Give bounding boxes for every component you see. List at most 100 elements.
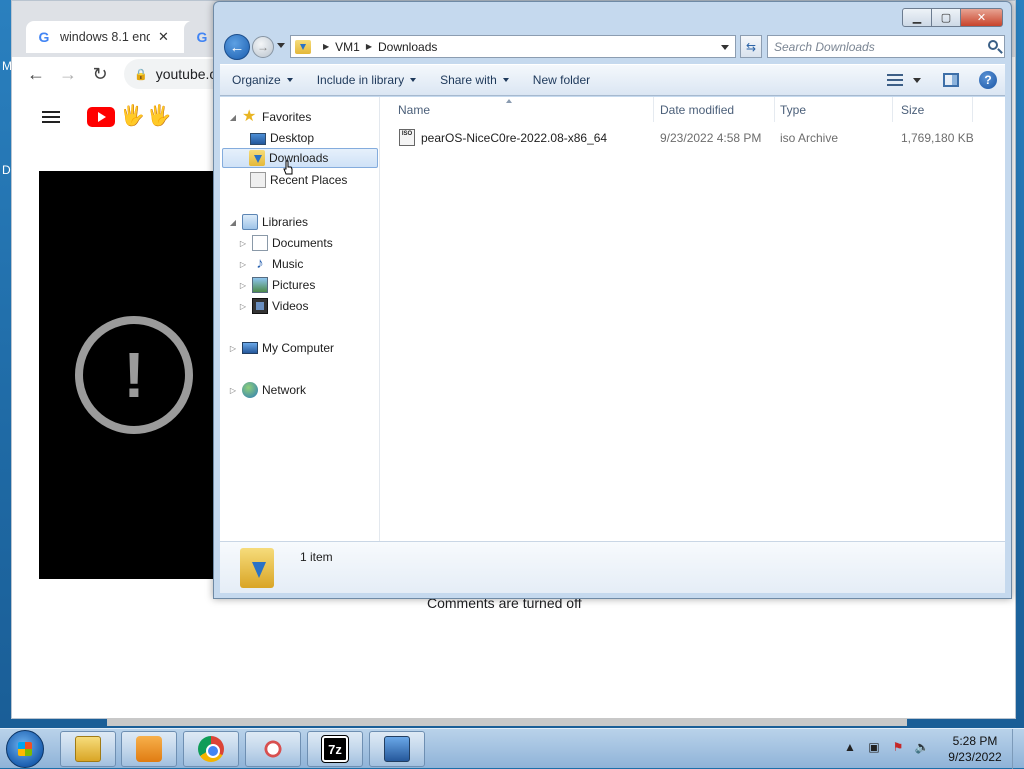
back-button[interactable]: ← bbox=[224, 34, 250, 60]
expand-icon[interactable]: ▷ bbox=[228, 386, 238, 395]
nav-my-computer[interactable]: ▷ My Computer bbox=[228, 338, 334, 358]
hand-cursor-icon bbox=[283, 160, 293, 175]
new-folder-label: New folder bbox=[532, 73, 591, 87]
collapse-icon[interactable]: ◢ bbox=[228, 218, 238, 227]
column-header-size[interactable]: Size bbox=[893, 97, 973, 122]
expand-icon[interactable]: ▷ bbox=[238, 239, 248, 248]
help-icon[interactable]: ? bbox=[979, 71, 997, 89]
recent-pages-dropdown-icon[interactable] bbox=[277, 43, 285, 48]
search-input[interactable]: Search Downloads bbox=[767, 35, 1005, 58]
share-with-button[interactable]: Share with bbox=[428, 73, 521, 87]
column-header-date[interactable]: Date modified bbox=[655, 97, 775, 122]
forward-button[interactable]: → bbox=[252, 36, 274, 58]
nav-label: Favorites bbox=[262, 110, 312, 124]
nav-videos[interactable]: ▷ Videos bbox=[238, 296, 308, 316]
search-placeholder: Search Downloads bbox=[774, 39, 875, 54]
taskbar-media-player[interactable] bbox=[121, 731, 177, 767]
breadcrumb-downloads[interactable]: Downloads bbox=[378, 40, 437, 54]
breadcrumb-vm1[interactable]: VM1 bbox=[335, 40, 360, 54]
details-pane: 1 item bbox=[220, 541, 1005, 593]
column-header-type[interactable]: Type bbox=[775, 97, 893, 122]
start-button[interactable] bbox=[6, 730, 44, 768]
close-button[interactable]: ✕ bbox=[960, 8, 1003, 27]
nav-downloads[interactable]: Downloads bbox=[222, 148, 378, 168]
nav-label: Libraries bbox=[262, 215, 309, 229]
expand-icon[interactable]: ▷ bbox=[238, 302, 248, 311]
back-arrow-icon[interactable]: ← bbox=[22, 60, 50, 88]
nav-pictures[interactable]: ▷ Pictures bbox=[238, 275, 315, 295]
hamburger-menu-icon[interactable] bbox=[42, 111, 60, 123]
clock-time: 5:28 PM bbox=[952, 734, 998, 748]
chevron-down-icon bbox=[410, 78, 417, 82]
search-icon[interactable] bbox=[988, 40, 998, 50]
taskbar-network-app[interactable] bbox=[369, 731, 425, 767]
network-status-icon[interactable]: ▣ bbox=[866, 739, 882, 755]
documents-icon bbox=[252, 235, 268, 251]
error-exclamation-icon: ! bbox=[75, 316, 193, 434]
share-label: Share with bbox=[440, 73, 497, 87]
command-bar: Organize Include in library Share with N… bbox=[220, 64, 1005, 96]
expand-icon[interactable]: ▷ bbox=[238, 260, 248, 269]
iso-file-icon: ISO bbox=[399, 129, 415, 146]
nav-recent-places[interactable]: Recent Places bbox=[250, 170, 347, 190]
google-icon: G bbox=[196, 29, 208, 45]
expand-icon[interactable]: ▷ bbox=[238, 281, 248, 290]
file-date: 9/23/2022 4:58 PM bbox=[660, 131, 762, 145]
nav-favorites[interactable]: ◢ ★ Favorites bbox=[228, 107, 311, 127]
include-in-library-button[interactable]: Include in library bbox=[305, 73, 428, 87]
preview-pane-icon[interactable] bbox=[943, 73, 959, 87]
column-label: Date modified bbox=[660, 102, 735, 117]
address-bar[interactable]: ▶ VM1 ▶ Downloads bbox=[290, 35, 736, 58]
nav-label: Music bbox=[272, 257, 304, 271]
nav-network[interactable]: ▷ Network bbox=[228, 380, 306, 400]
file-type: iso Archive bbox=[780, 131, 839, 145]
organize-button[interactable]: Organize bbox=[220, 73, 305, 87]
taskbar-chrome[interactable] bbox=[183, 731, 239, 767]
action-center-icon[interactable]: ⚑ bbox=[890, 739, 906, 755]
refresh-button[interactable]: ⇆ bbox=[740, 35, 762, 58]
taskbar-snipping-tool[interactable] bbox=[245, 731, 301, 767]
chrome-tab[interactable]: G windows 8.1 end ✕ bbox=[26, 21, 196, 53]
show-hidden-icons-icon[interactable]: ▲ bbox=[842, 739, 858, 755]
videos-icon bbox=[252, 298, 268, 314]
taskbar-explorer[interactable] bbox=[60, 731, 116, 767]
address-dropdown-icon[interactable] bbox=[721, 45, 729, 50]
nav-music[interactable]: ▷ ♪ Music bbox=[238, 254, 303, 274]
youtube-logo-icon[interactable] bbox=[87, 107, 115, 127]
nav-documents[interactable]: ▷ Documents bbox=[238, 233, 333, 253]
change-view-icon[interactable] bbox=[887, 74, 903, 86]
show-desktop-button[interactable] bbox=[1012, 729, 1024, 769]
clock[interactable]: 5:28 PM 9/23/2022 bbox=[940, 733, 1010, 765]
window-controls: ▁ ▢ ✕ bbox=[902, 8, 1003, 27]
navigation-pane: ◢ ★ Favorites Desktop Downloads Recent P… bbox=[220, 97, 380, 541]
nav-desktop[interactable]: Desktop bbox=[250, 128, 314, 148]
nav-libraries[interactable]: ◢ Libraries bbox=[228, 212, 308, 232]
view-dropdown-icon[interactable] bbox=[913, 77, 921, 83]
nav-label: My Computer bbox=[262, 341, 335, 355]
tab-close-icon[interactable]: ✕ bbox=[158, 29, 169, 45]
music-note-icon: ♪ bbox=[256, 255, 264, 272]
file-list: Name Date modified Type Size ISO pearOS-… bbox=[381, 97, 1005, 541]
media-player-icon bbox=[136, 736, 162, 762]
video-player[interactable]: ! bbox=[39, 171, 239, 579]
maximize-button[interactable]: ▢ bbox=[931, 8, 961, 27]
taskbar-7zip[interactable]: 7z bbox=[307, 731, 363, 767]
scissors-icon bbox=[260, 736, 286, 762]
libraries-icon bbox=[242, 214, 258, 230]
desktop-edge-text: D bbox=[2, 163, 11, 177]
doodle-hands-icon: 🖐🖐 bbox=[120, 105, 174, 127]
horizontal-scrollbar[interactable] bbox=[107, 718, 907, 726]
folder-icon bbox=[75, 736, 101, 762]
forward-arrow-icon[interactable]: → bbox=[54, 60, 82, 88]
column-header-name[interactable]: Name bbox=[381, 97, 654, 122]
expand-icon[interactable]: ▷ bbox=[228, 344, 238, 353]
chevron-right-icon[interactable]: ▶ bbox=[366, 42, 372, 51]
volume-icon[interactable]: 🔈 bbox=[914, 739, 930, 755]
collapse-icon[interactable]: ◢ bbox=[228, 113, 238, 122]
file-row[interactable]: ISO pearOS-NiceC0re-2022.08-x86_64 9/23/… bbox=[381, 129, 991, 149]
seven-zip-icon: 7z bbox=[321, 735, 349, 763]
chevron-right-icon[interactable]: ▶ bbox=[323, 42, 329, 51]
new-folder-button[interactable]: New folder bbox=[521, 73, 602, 87]
minimize-button[interactable]: ▁ bbox=[902, 8, 932, 27]
reload-icon[interactable]: ↻ bbox=[86, 60, 114, 88]
